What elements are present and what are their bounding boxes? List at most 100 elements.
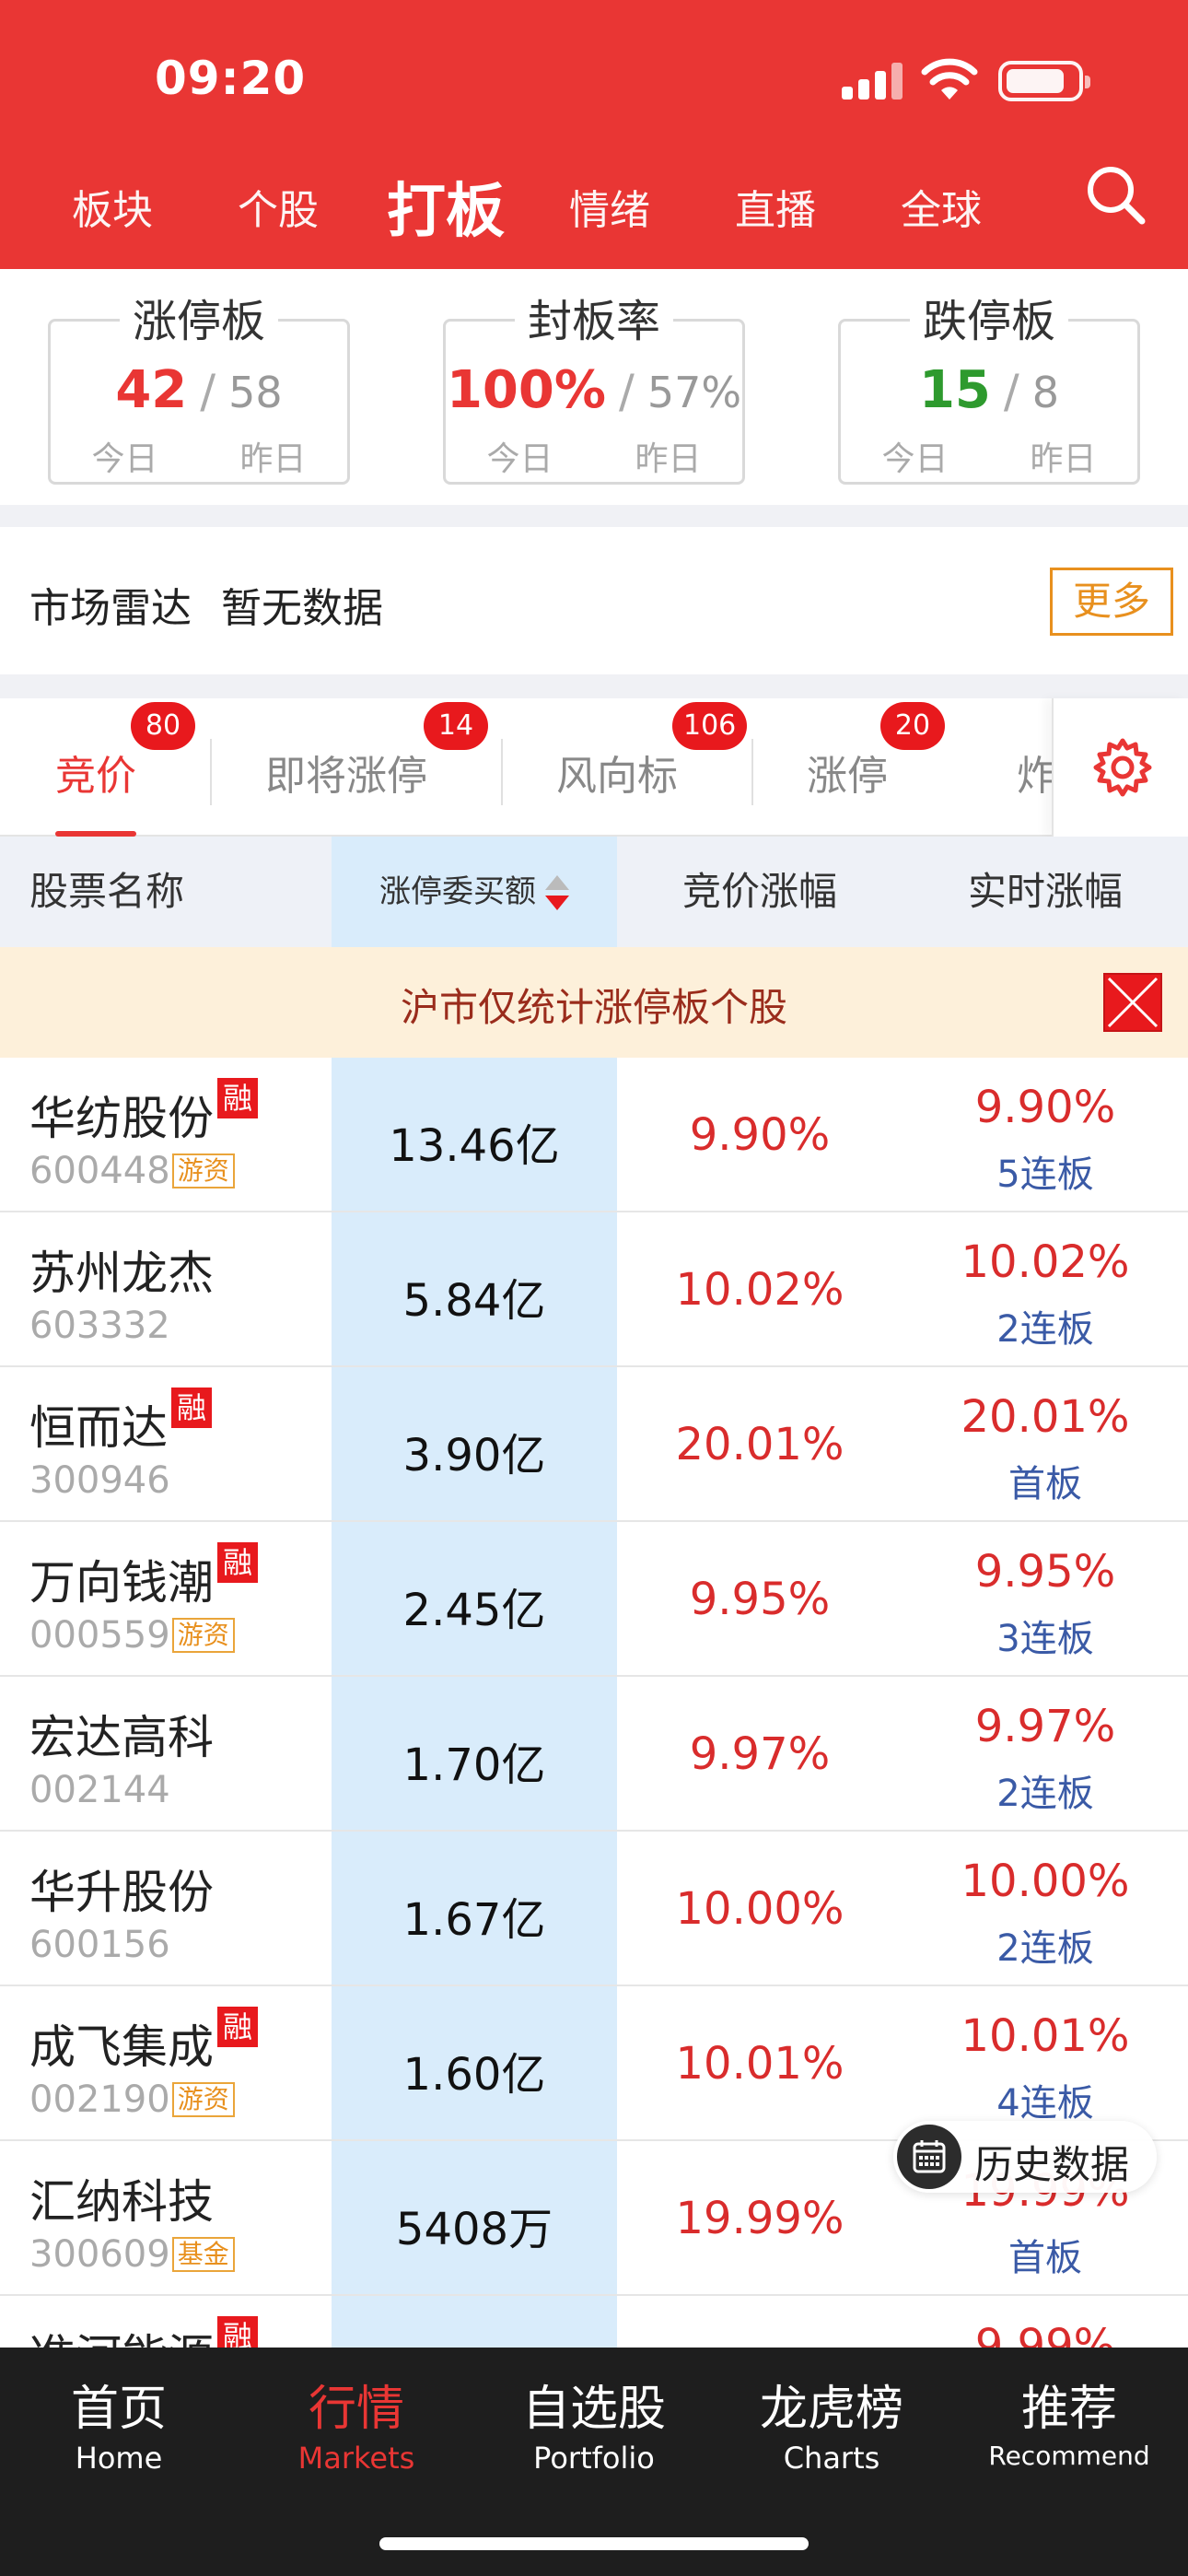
category-tabs: 竞价 80 即将涨停 14 风向标 106 涨停 20 炸 bbox=[0, 698, 1188, 837]
bid-amount: 5.84亿 bbox=[402, 1275, 546, 1327]
nav-portfolio[interactable]: 自选股 Portfolio bbox=[475, 2370, 713, 2476]
cellular-signal-icon bbox=[842, 61, 903, 100]
status-bar: 09:20 bbox=[0, 0, 1188, 157]
stat-today-label: 今日 bbox=[486, 440, 553, 478]
app-header: 09:20 板块 个股 打板 情绪 直播 全球 bbox=[0, 0, 1188, 269]
table-row[interactable]: 华升股份 600156 1.67亿 10.00% 10.00% 2连板 bbox=[0, 1832, 1188, 1986]
stock-code: 002190 bbox=[29, 2078, 170, 2121]
table-row[interactable]: 万向钱潮融 000559 游资 2.45亿 9.95% 9.95% 3连板 bbox=[0, 1522, 1188, 1677]
auction-change: 9.90% bbox=[689, 1109, 831, 1161]
top-tab-stock[interactable]: 个股 bbox=[238, 177, 319, 236]
table-row[interactable]: 成飞集成融 002190 游资 1.60亿 10.01% 10.01% 4连板 bbox=[0, 1986, 1188, 2141]
more-button[interactable]: 更多 bbox=[1050, 568, 1173, 636]
stat-title: 封板率 bbox=[514, 285, 674, 349]
nav-label-en: Markets bbox=[297, 2441, 415, 2476]
table-row[interactable]: 准河能源融 9.99% bbox=[0, 2296, 1188, 2348]
cat-tab-label: 涨停 bbox=[807, 753, 888, 800]
settings-button[interactable] bbox=[1052, 698, 1188, 837]
stock-code: 000559 bbox=[29, 1614, 170, 1657]
nav-markets[interactable]: 行情 Markets bbox=[238, 2370, 475, 2476]
search-icon[interactable] bbox=[1083, 162, 1147, 227]
top-tab-sentiment[interactable]: 情绪 bbox=[569, 177, 650, 236]
radar-label: 市场雷达 bbox=[29, 585, 192, 632]
top-tab-daban[interactable]: 打板 bbox=[387, 164, 505, 249]
col-header-name[interactable]: 股票名称 bbox=[29, 837, 184, 947]
top-tab-global[interactable]: 全球 bbox=[901, 177, 982, 236]
stat-today: 100% bbox=[446, 360, 606, 420]
limit-streak: 2连板 bbox=[996, 1773, 1094, 1815]
cat-tab-label: 风向标 bbox=[556, 753, 678, 800]
nav-charts[interactable]: 龙虎榜 Charts bbox=[713, 2370, 950, 2476]
limit-streak: 2连板 bbox=[996, 1308, 1094, 1351]
calendar-icon bbox=[913, 2140, 946, 2173]
bid-amount: 1.60亿 bbox=[402, 2049, 546, 2101]
auction-change: 10.01% bbox=[675, 2038, 844, 2090]
nav-label-zh: 首页 bbox=[70, 2382, 167, 2437]
stat-today-label: 今日 bbox=[881, 440, 949, 478]
table-row[interactable]: 苏州龙杰 603332 5.84亿 10.02% 10.02% 2连板 bbox=[0, 1212, 1188, 1367]
table-row[interactable]: 恒而达融 300946 3.90亿 20.01% 20.01% 首板 bbox=[0, 1367, 1188, 1522]
limit-streak: 首板 bbox=[1008, 2237, 1082, 2279]
margin-badge: 融 bbox=[217, 1542, 258, 1583]
count-badge: 106 bbox=[672, 702, 748, 750]
auction-change: 10.02% bbox=[675, 1264, 844, 1316]
bottom-nav: 首页 Home 行情 Markets 自选股 Portfolio 龙虎榜 Cha… bbox=[0, 2348, 1188, 2576]
nav-label-zh: 推荐 bbox=[1020, 2382, 1117, 2437]
stat-today: 42 bbox=[115, 360, 188, 420]
close-icon bbox=[1107, 977, 1159, 1028]
cat-tab-trend[interactable]: 风向标 106 bbox=[556, 702, 748, 802]
history-data-button[interactable]: 历史数据 bbox=[893, 2121, 1157, 2193]
top-tab-sector[interactable]: 板块 bbox=[72, 177, 153, 236]
margin-badge: 融 bbox=[217, 1078, 258, 1118]
col-header-realtime-change[interactable]: 实时涨幅 bbox=[903, 837, 1188, 947]
auction-change: 19.99% bbox=[675, 2193, 844, 2244]
limit-streak: 5连板 bbox=[996, 1153, 1094, 1196]
bid-amount: 1.67亿 bbox=[402, 1894, 546, 1946]
limit-streak: 4连板 bbox=[996, 2082, 1094, 2125]
stock-name: 华纺股份 bbox=[29, 1092, 214, 1145]
stock-code: 300946 bbox=[29, 1459, 170, 1502]
notice-text: 沪市仅统计涨停板个股 bbox=[400, 985, 787, 1030]
battery-icon bbox=[998, 61, 1090, 101]
stat-yesterday-label: 昨日 bbox=[239, 440, 307, 478]
wifi-icon bbox=[921, 58, 978, 100]
limit-streak: 首板 bbox=[1008, 1463, 1082, 1505]
col-header-label: 涨停委买额 bbox=[379, 873, 536, 910]
stock-code: 300609 bbox=[29, 2233, 170, 2276]
realtime-change: 9.90% bbox=[974, 1082, 1116, 1133]
stock-name: 宏达高科 bbox=[29, 1711, 214, 1764]
nav-label-en: Home bbox=[75, 2441, 163, 2476]
count-badge: 14 bbox=[424, 702, 488, 750]
stat-today: 15 bbox=[918, 360, 991, 420]
stat-today-label: 今日 bbox=[91, 440, 158, 478]
stat-card-limit-down[interactable]: 跌停板 15/8 今日 昨日 bbox=[838, 285, 1140, 485]
stat-card-seal-rate[interactable]: 封板率 100%/57% 今日 昨日 bbox=[443, 285, 745, 485]
stat-yesterday: 58 bbox=[228, 368, 283, 417]
stat-card-limit-up[interactable]: 涨停板 42/58 今日 昨日 bbox=[48, 285, 350, 485]
cat-tab-auction[interactable]: 竞价 80 bbox=[55, 702, 195, 802]
col-header-bid-amount[interactable]: 涨停委买额 bbox=[332, 837, 617, 947]
top-nav: 板块 个股 打板 情绪 直播 全球 bbox=[0, 157, 1188, 258]
realtime-change: 10.00% bbox=[961, 1856, 1130, 1907]
limit-stats: 涨停板 42/58 今日 昨日 封板率 100%/57% 今日 昨日 跌停板 1… bbox=[0, 269, 1188, 505]
sort-desc-icon bbox=[545, 874, 569, 912]
home-indicator[interactable] bbox=[379, 2537, 809, 2550]
nav-recommend[interactable]: 推荐 Recommend bbox=[950, 2370, 1188, 2471]
nav-home[interactable]: 首页 Home bbox=[0, 2370, 238, 2476]
col-header-auction-change[interactable]: 竞价涨幅 bbox=[617, 837, 903, 947]
investor-tag: 游资 bbox=[171, 1153, 235, 1188]
close-notice-button[interactable] bbox=[1103, 973, 1162, 1032]
top-tab-live[interactable]: 直播 bbox=[735, 177, 816, 236]
count-badge: 80 bbox=[131, 702, 195, 750]
cat-tab-near-limit[interactable]: 即将涨停 14 bbox=[265, 702, 488, 802]
market-radar: 市场雷达 暂无数据 更多 bbox=[0, 527, 1188, 674]
table-row[interactable]: 华纺股份融 600448 游资 13.46亿 9.90% 9.90% 5连板 bbox=[0, 1058, 1188, 1212]
realtime-change: 20.01% bbox=[961, 1391, 1130, 1443]
stock-name: 汇纳科技 bbox=[29, 2175, 214, 2229]
stock-code: 002144 bbox=[29, 1769, 170, 1811]
cat-tab-limit-up[interactable]: 涨停 20 bbox=[807, 702, 945, 802]
history-label: 历史数据 bbox=[974, 2142, 1130, 2187]
table-row[interactable]: 宏达高科 002144 1.70亿 9.97% 9.97% 2连板 bbox=[0, 1677, 1188, 1832]
stat-title: 涨停板 bbox=[119, 285, 279, 349]
realtime-change: 9.95% bbox=[974, 1546, 1116, 1598]
